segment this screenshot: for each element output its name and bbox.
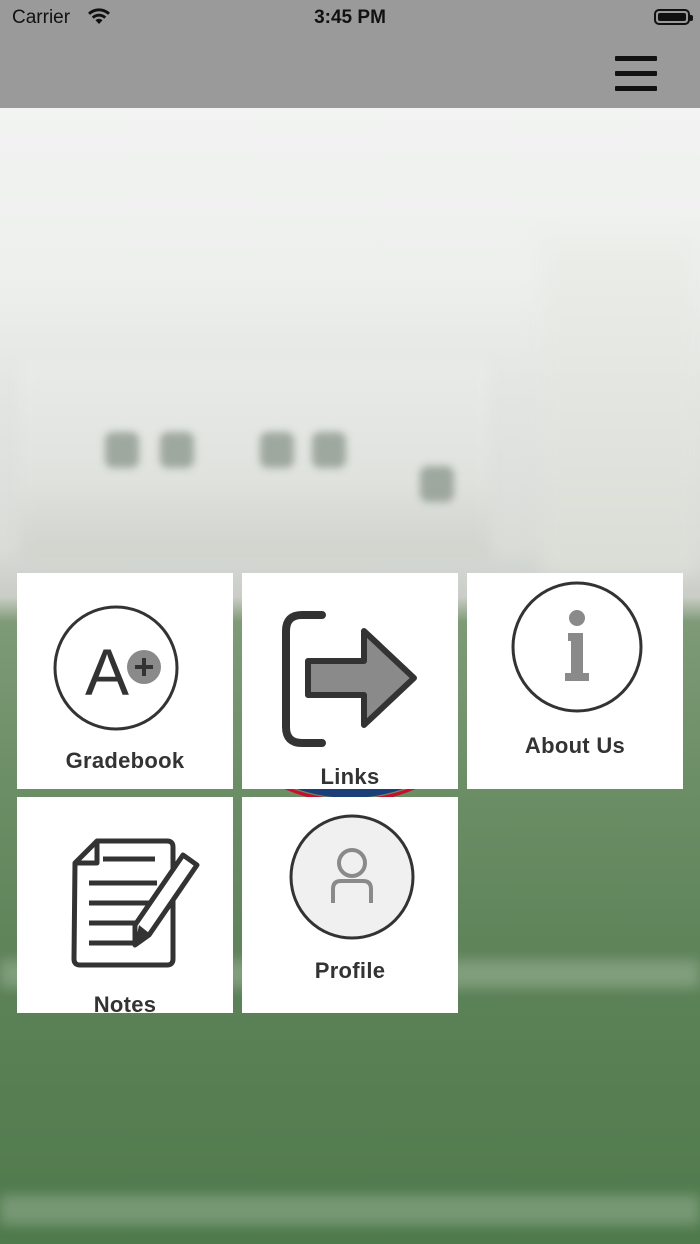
notes-pencil-icon [71,838,200,968]
status-bar: Carrier 3:45 PM [0,0,700,38]
hamburger-menu-icon[interactable] [612,54,660,94]
notes-tile[interactable]: Notes [17,797,233,1013]
links-tile[interactable]: Links [242,573,458,789]
tile-label: About Us [524,733,626,758]
tile-label: Profile [314,958,386,983]
tile-label: Links [320,764,380,789]
gradebook-tile[interactable]: A Gradebook [17,573,233,789]
clock-time: 3:45 PM [314,7,386,28]
exit-arrow-icon [282,611,417,747]
tile-label: Notes [93,992,157,1013]
battery-icon [654,9,693,25]
about-us-tile[interactable]: About Us [467,573,683,789]
navigation-bar [0,38,700,108]
grade-letter: A [85,635,129,709]
tile-label: Gradebook [65,748,185,773]
profile-tile[interactable]: Profile [242,797,458,1013]
